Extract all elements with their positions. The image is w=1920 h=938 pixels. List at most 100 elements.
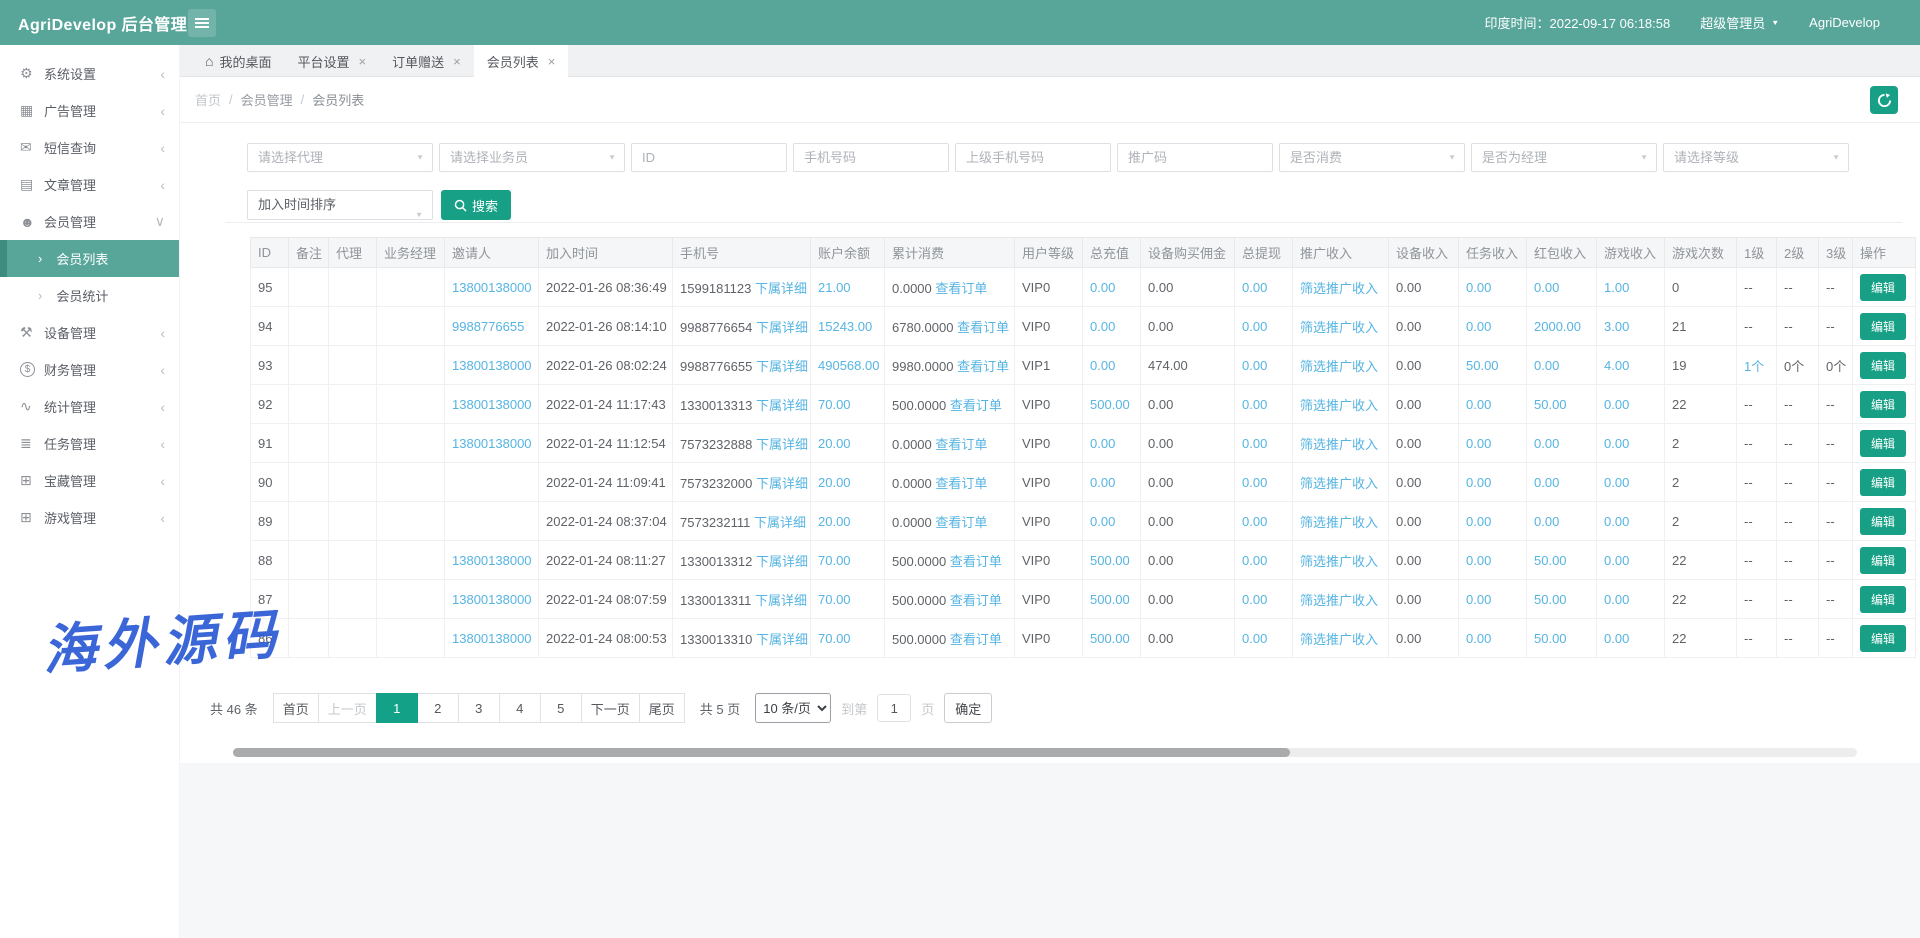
inviter-link[interactable]: 13800138000: [445, 346, 539, 385]
filter-promo-income-link[interactable]: 筛选推广收入: [1300, 281, 1378, 296]
view-order-link[interactable]: 查看订单: [935, 476, 987, 491]
filter-promo-income-link[interactable]: 筛选推广收入: [1300, 476, 1378, 491]
is-manager-select[interactable]: [1471, 143, 1657, 172]
cell-total-withdraw[interactable]: 0.00: [1235, 541, 1293, 580]
subordinate-detail-link[interactable]: 下属详细: [755, 593, 807, 608]
cell-total-recharge[interactable]: 0.00: [1083, 424, 1141, 463]
subordinate-detail-link[interactable]: 下属详细: [756, 437, 808, 452]
cell-total-withdraw[interactable]: 0.00: [1235, 385, 1293, 424]
cell-total-withdraw[interactable]: 0.00: [1235, 346, 1293, 385]
cell-task-income[interactable]: 0.00: [1459, 580, 1527, 619]
sort-select[interactable]: 加入时间排序 ▼: [247, 190, 433, 220]
cell-total-withdraw[interactable]: 0.00: [1235, 580, 1293, 619]
cell-balance[interactable]: 70.00: [811, 619, 885, 658]
promo-code-input[interactable]: [1117, 143, 1273, 172]
cell-game-income[interactable]: 0.00: [1597, 424, 1665, 463]
consume-select[interactable]: [1279, 143, 1465, 172]
view-order-link[interactable]: 查看订单: [950, 398, 1002, 413]
cell-task-income[interactable]: 0.00: [1459, 424, 1527, 463]
sidebar-item-device-management[interactable]: ⚒ 设备管理 ‹: [0, 314, 179, 351]
subordinate-detail-link[interactable]: 下属详细: [756, 476, 808, 491]
cell-balance[interactable]: 20.00: [811, 502, 885, 541]
cell-total-withdraw[interactable]: 0.00: [1235, 307, 1293, 346]
sidebar-item-article-management[interactable]: ▤ 文章管理 ‹: [0, 166, 179, 203]
sidebar-item-sms-query[interactable]: ✉ 短信查询 ‹: [0, 129, 179, 166]
cell-redpacket-income[interactable]: 50.00: [1527, 541, 1597, 580]
filter-promo-income-link[interactable]: 筛选推广收入: [1300, 632, 1378, 647]
cell-redpacket-income[interactable]: 50.00: [1527, 619, 1597, 658]
phone-input[interactable]: [793, 143, 949, 172]
subordinate-detail-link[interactable]: 下属详细: [754, 515, 806, 530]
cell-balance[interactable]: 20.00: [811, 463, 885, 502]
brand-link[interactable]: AgriDevelop: [1809, 15, 1880, 30]
view-order-link[interactable]: 查看订单: [957, 359, 1009, 374]
edit-button[interactable]: 编辑: [1860, 391, 1906, 418]
cell-task-income[interactable]: 50.00: [1459, 346, 1527, 385]
cell-total-recharge[interactable]: 0.00: [1083, 268, 1141, 307]
confirm-button[interactable]: 确定: [944, 693, 992, 723]
page-number-button[interactable]: 1: [376, 693, 418, 723]
cell-game-income[interactable]: 0.00: [1597, 580, 1665, 619]
view-order-link[interactable]: 查看订单: [957, 320, 1009, 335]
cell-redpacket-income[interactable]: 50.00: [1527, 580, 1597, 619]
cell-balance[interactable]: 490568.00: [811, 346, 885, 385]
sidebar-subitem-member-list[interactable]: › 会员列表: [0, 240, 179, 277]
inviter-link[interactable]: 13800138000: [445, 619, 539, 658]
inviter-link[interactable]: 9988776655: [445, 307, 539, 346]
page-number-button[interactable]: 4: [499, 693, 541, 723]
cell-balance[interactable]: 21.00: [811, 268, 885, 307]
cell-redpacket-income[interactable]: 0.00: [1527, 268, 1597, 307]
close-icon[interactable]: ×: [359, 54, 367, 69]
sidebar-item-task-management[interactable]: ≣ 任务管理 ‹: [0, 425, 179, 462]
edit-button[interactable]: 编辑: [1860, 547, 1906, 574]
cell-redpacket-income[interactable]: 2000.00: [1527, 307, 1597, 346]
horizontal-scrollbar-track[interactable]: [233, 748, 1857, 757]
cell-total-withdraw[interactable]: 0.00: [1235, 502, 1293, 541]
sidebar-item-system-settings[interactable]: ⚙ 系统设置 ‹: [0, 55, 179, 92]
cell-redpacket-income[interactable]: 0.00: [1527, 346, 1597, 385]
inviter-link[interactable]: [445, 502, 539, 541]
cell-task-income[interactable]: 0.00: [1459, 307, 1527, 346]
cell-total-recharge[interactable]: 500.00: [1083, 385, 1141, 424]
tab-member-list[interactable]: 会员列表 ×: [474, 45, 569, 77]
cell-balance[interactable]: 70.00: [811, 580, 885, 619]
view-order-link[interactable]: 查看订单: [950, 593, 1002, 608]
prev-page-button[interactable]: 上一页: [318, 693, 377, 723]
collapse-sidebar-button[interactable]: [188, 9, 216, 37]
filter-promo-income-link[interactable]: 筛选推广收入: [1300, 515, 1378, 530]
cell-total-recharge[interactable]: 500.00: [1083, 619, 1141, 658]
close-icon[interactable]: ×: [548, 54, 556, 69]
breadcrumb-home[interactable]: 首页: [195, 90, 221, 109]
cell-total-recharge[interactable]: 500.00: [1083, 541, 1141, 580]
sidebar-subitem-member-stats[interactable]: › 会员统计: [0, 277, 179, 314]
view-order-link[interactable]: 查看订单: [935, 281, 987, 296]
cell-total-withdraw[interactable]: 0.00: [1235, 463, 1293, 502]
filter-promo-income-link[interactable]: 筛选推广收入: [1300, 320, 1378, 335]
cell-total-withdraw[interactable]: 0.00: [1235, 619, 1293, 658]
cell-redpacket-income[interactable]: 50.00: [1527, 385, 1597, 424]
edit-button[interactable]: 编辑: [1860, 625, 1906, 652]
edit-button[interactable]: 编辑: [1860, 352, 1906, 379]
cell-task-income[interactable]: 0.00: [1459, 463, 1527, 502]
cell-total-withdraw[interactable]: 0.00: [1235, 268, 1293, 307]
sidebar-item-finance-management[interactable]: $ 财务管理 ‹: [0, 351, 179, 388]
cell-task-income[interactable]: 0.00: [1459, 268, 1527, 307]
agent-select[interactable]: [247, 143, 433, 172]
tab-platform-settings[interactable]: 平台设置 ×: [284, 45, 379, 77]
cell-balance[interactable]: 70.00: [811, 385, 885, 424]
next-page-button[interactable]: 下一页: [581, 693, 640, 723]
sidebar-item-game-management[interactable]: ⊞ 游戏管理 ‹: [0, 499, 179, 536]
refresh-button[interactable]: [1870, 86, 1898, 114]
subordinate-detail-link[interactable]: 下属详细: [756, 554, 808, 569]
filter-promo-income-link[interactable]: 筛选推广收入: [1300, 359, 1378, 374]
filter-promo-income-link[interactable]: 筛选推广收入: [1300, 437, 1378, 452]
filter-promo-income-link[interactable]: 筛选推广收入: [1300, 398, 1378, 413]
edit-button[interactable]: 编辑: [1860, 508, 1906, 535]
subordinate-detail-link[interactable]: 下属详细: [756, 320, 808, 335]
sidebar-item-stats-management[interactable]: ∿ 统计管理 ‹: [0, 388, 179, 425]
edit-button[interactable]: 编辑: [1860, 430, 1906, 457]
salesman-select[interactable]: [439, 143, 625, 172]
subordinate-detail-link[interactable]: 下属详细: [755, 281, 807, 296]
edit-button[interactable]: 编辑: [1860, 313, 1906, 340]
cell-redpacket-income[interactable]: 0.00: [1527, 463, 1597, 502]
